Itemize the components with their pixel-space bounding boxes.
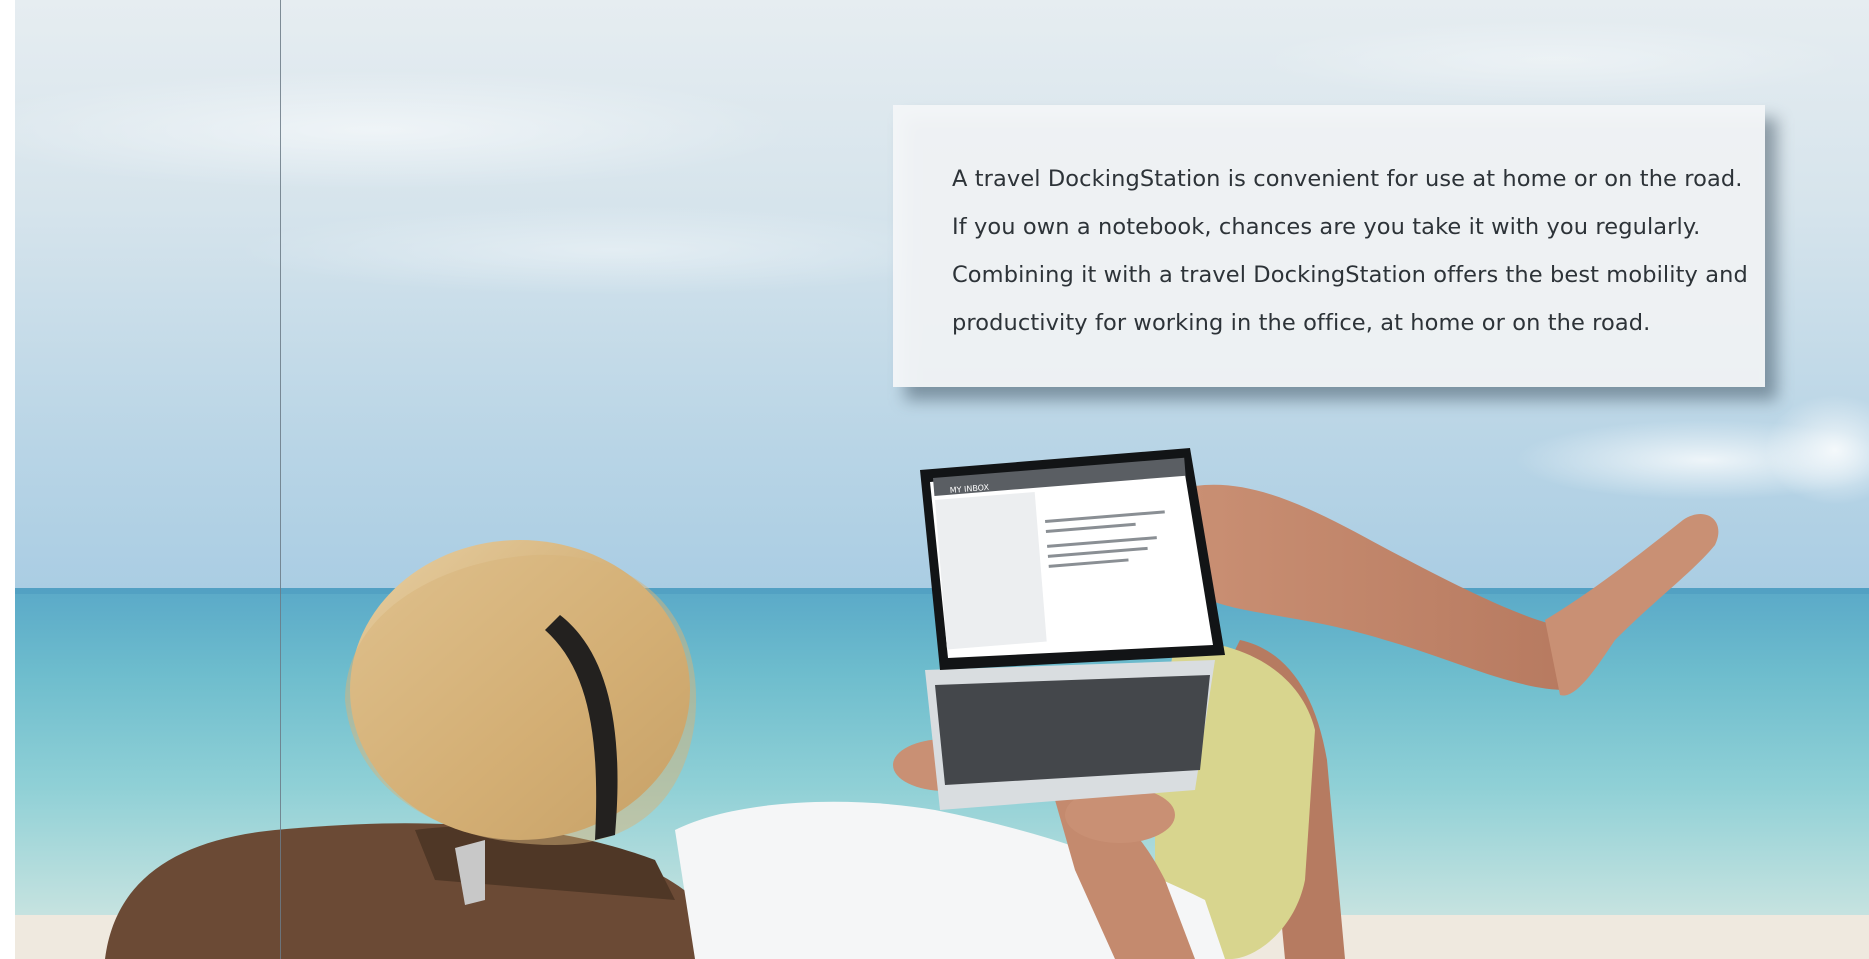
- callout-box: A travel DockingStation is convenient fo…: [893, 105, 1765, 387]
- brochure-page: MY INBOX A travel DockingStation is conv…: [0, 0, 1869, 959]
- callout-line-1: A travel DockingStation is convenient fo…: [952, 166, 1743, 192]
- callout-line-4: productivity for working in the office, …: [952, 310, 1651, 336]
- page-fold-line: [280, 0, 281, 959]
- callout-line-2: If you own a notebook, chances are you t…: [952, 214, 1701, 240]
- callout-line-3: Combining it with a travel DockingStatio…: [952, 262, 1748, 288]
- page-margin: [0, 0, 15, 959]
